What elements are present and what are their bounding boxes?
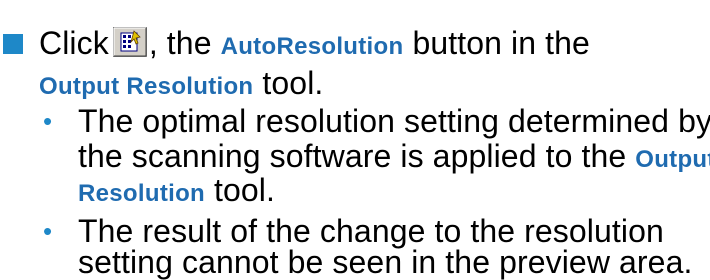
result-bullet-2: •	[43, 216, 53, 246]
autoresolution-button-icon[interactable]	[112, 27, 147, 57]
step-after-button: button in the	[412, 25, 590, 61]
output-resolution-tool-name: Output Resolution	[39, 73, 254, 100]
result-1-text-2: the scanning software is applied to the	[78, 138, 627, 174]
result-1-line-3: Resolution tool.	[78, 172, 275, 212]
result-2-text-2: setting cannot be seen in the preview ar…	[78, 244, 693, 280]
result-1-line-1: The optimal resolution setting determine…	[78, 103, 710, 139]
result-1-text-3: tool.	[214, 172, 275, 208]
result-1-text-1: The optimal resolution setting determine…	[78, 103, 710, 139]
autoresolution-button-name: AutoResolution	[220, 33, 404, 60]
result-2-line-2: setting cannot be seen in the preview ar…	[78, 244, 692, 280]
step-line-2: Output Resolution tool.	[39, 65, 323, 105]
step-after-icon: , the	[148, 25, 212, 61]
step-line-1: Click , the AutoResolution button in the	[39, 25, 590, 65]
result-1-output-keyword: Output	[635, 146, 710, 173]
result-1-resolution-keyword: Resolution	[78, 180, 205, 207]
result-bullet-1: •	[43, 106, 53, 136]
step-bullet	[3, 34, 23, 54]
step-prefix: Click	[39, 25, 109, 61]
step-tool-suffix: tool.	[262, 65, 324, 101]
